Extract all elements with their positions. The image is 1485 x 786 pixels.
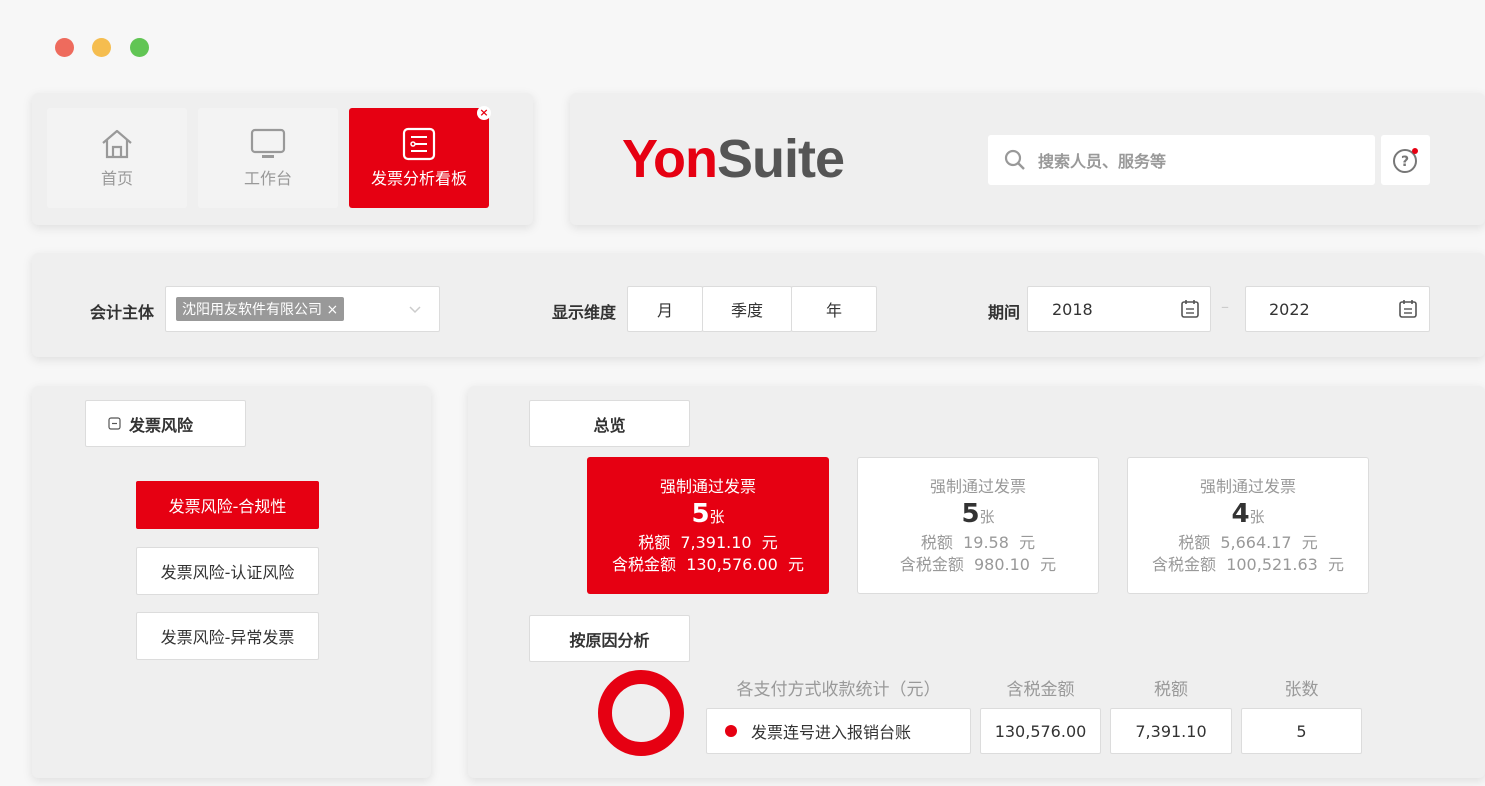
close-window-dot[interactable] — [55, 38, 74, 57]
tab-invoice-dashboard-label: 发票分析看板 — [370, 169, 467, 188]
dimension-label: 显示维度 — [552, 303, 617, 322]
tab-home-label: 首页 — [100, 169, 133, 188]
logo-part-yon: Yon — [622, 129, 718, 189]
summary-card-total: 含税金额 980.10 元 — [899, 554, 1057, 574]
summary-card-title: 强制通过发票 — [1199, 476, 1296, 496]
sidebar-group-header[interactable]: 发票风险 — [85, 400, 246, 447]
column-header-payment-method: 各支付方式收款统计（元） — [736, 680, 941, 700]
summary-card-total: 含税金额 130,576.00 元 — [612, 554, 804, 574]
search-box[interactable]: 搜索人员、服务等 — [988, 135, 1375, 185]
chevron-down-icon — [409, 306, 421, 314]
calendar-icon[interactable] — [1398, 299, 1418, 319]
help-icon: ? — [1392, 148, 1418, 173]
summary-card-title: 强制通过发票 — [659, 476, 756, 496]
summary-card-total: 含税金额 100,521.63 元 — [1152, 554, 1344, 574]
tab-workbench[interactable]: 工作台 — [198, 108, 338, 208]
home-icon — [102, 129, 132, 159]
period-end-input[interactable]: 2022 — [1245, 286, 1430, 332]
sidebar-item-authentication-risk[interactable]: 发票风险-认证风险 — [136, 547, 319, 595]
period-label: 期间 — [988, 303, 1021, 322]
minimize-window-dot[interactable] — [92, 38, 111, 57]
period-start-value: 2018 — [1052, 299, 1093, 319]
summary-card-unit: 张 — [1249, 508, 1265, 527]
entity-tag[interactable]: 沈阳用友软件有限公司 × — [176, 297, 345, 321]
reason-row-total: 130,576.00 — [980, 708, 1101, 754]
column-header-tax: 税额 — [1154, 680, 1188, 700]
legend-dot — [725, 725, 737, 737]
summary-card-unit: 张 — [979, 508, 995, 527]
logo-part-suite: Suite — [716, 129, 845, 189]
dimension-month-button[interactable]: 月 — [627, 286, 703, 332]
summary-card-count: 4 — [1231, 499, 1250, 530]
sidebar-group-label: 发票风险 — [129, 415, 194, 435]
sidebar-item-compliance[interactable]: 发票风险-合规性 — [136, 481, 319, 529]
tab-overview[interactable]: 总览 — [529, 400, 690, 447]
yonsuite-logo: YonSuite — [622, 126, 845, 192]
tab-invoice-dashboard[interactable]: 发票分析看板 — [349, 108, 489, 208]
svg-text:?: ? — [1400, 154, 1408, 170]
summary-card[interactable]: 强制通过发票 5张 税额 7,391.10 元 含税金额 130,576.00 … — [587, 457, 829, 594]
collapse-icon[interactable] — [108, 417, 121, 430]
dimension-year-button[interactable]: 年 — [791, 286, 877, 332]
summary-card-count: 5 — [961, 499, 980, 530]
tab-workbench-label: 工作台 — [243, 169, 292, 188]
tab-close-icon[interactable]: × — [477, 106, 491, 120]
calendar-icon[interactable] — [1180, 299, 1200, 319]
search-placeholder: 搜索人员、服务等 — [1038, 152, 1167, 171]
donut-ring — [598, 670, 684, 756]
entity-select[interactable]: 沈阳用友软件有限公司 × — [165, 286, 440, 332]
reason-row-name: 发票连号进入报销台账 — [751, 723, 912, 742]
summary-card-tax: 税额 7,391.10 元 — [638, 533, 778, 553]
reason-row-tax: 7,391.10 — [1110, 708, 1232, 754]
summary-card[interactable]: 强制通过发票 5张 税额 19.58 元 含税金额 980.10 元 — [857, 457, 1099, 594]
summary-card-title: 强制通过发票 — [929, 476, 1026, 496]
summary-card-tax: 税额 5,664.17 元 — [1178, 533, 1318, 553]
summary-card-count: 5 — [691, 499, 710, 530]
reason-row-name-cell[interactable]: 发票连号进入报销台账 — [706, 708, 971, 754]
search-icon — [1004, 149, 1025, 170]
entity-label: 会计主体 — [90, 303, 155, 322]
monitor-icon — [250, 128, 286, 158]
column-header-total: 含税金额 — [1006, 680, 1075, 700]
period-start-input[interactable]: 2018 — [1027, 286, 1211, 332]
tab-by-reason[interactable]: 按原因分析 — [529, 615, 690, 662]
summary-card[interactable]: 强制通过发票 4张 税额 5,664.17 元 含税金额 100,521.63 … — [1127, 457, 1369, 594]
maximize-window-dot[interactable] — [130, 38, 149, 57]
sidebar-item-abnormal-invoice[interactable]: 发票风险-异常发票 — [136, 612, 319, 660]
reason-row-count: 5 — [1241, 708, 1362, 754]
dimension-quarter-button[interactable]: 季度 — [702, 286, 792, 332]
donut-chart — [598, 670, 684, 756]
help-button[interactable]: ? — [1381, 135, 1430, 185]
summary-card-tax: 税额 19.58 元 — [920, 533, 1036, 553]
summary-card-unit: 张 — [709, 508, 725, 527]
list-icon — [402, 127, 436, 161]
period-separator: – — [1221, 297, 1229, 316]
tab-home[interactable]: 首页 — [47, 108, 187, 208]
column-header-count: 张数 — [1284, 680, 1319, 700]
period-end-value: 2022 — [1269, 299, 1310, 319]
